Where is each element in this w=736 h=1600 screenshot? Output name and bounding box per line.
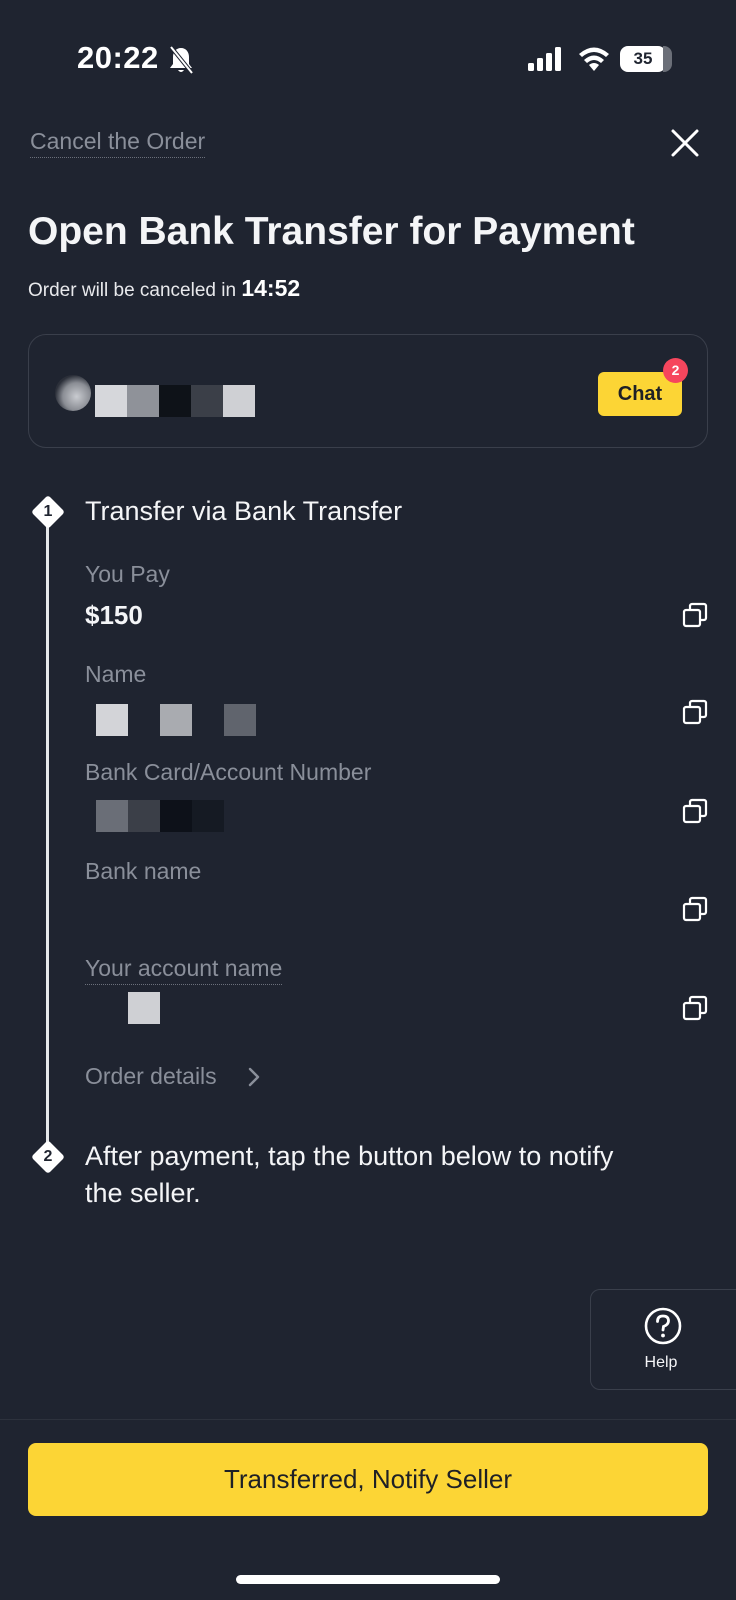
- footer-divider: [0, 1419, 736, 1420]
- redaction-block: [160, 800, 192, 832]
- help-label: Help: [644, 1354, 678, 1371]
- cancel-order-link[interactable]: Cancel the Order: [30, 128, 206, 158]
- seller-card: Chat 2: [28, 334, 708, 448]
- battery-level: 35: [633, 49, 653, 68]
- close-icon[interactable]: [668, 126, 702, 160]
- redaction-block: [160, 704, 192, 736]
- name-label: Name: [85, 661, 147, 687]
- status-time: 20:22: [77, 40, 159, 75]
- help-button[interactable]: Help: [590, 1289, 736, 1390]
- step-2-title-line-1: After payment, tap the button below to n…: [85, 1141, 614, 1171]
- your-account-name-redacted: [128, 992, 160, 1024]
- redaction-block: [191, 385, 223, 417]
- you-pay-label: You Pay: [85, 561, 170, 587]
- redaction-block: [192, 800, 224, 832]
- account-number-label: Bank Card/Account Number: [85, 759, 372, 785]
- account-number-redacted: [96, 800, 128, 832]
- countdown-text: Order will be canceled in 14:52: [28, 275, 300, 302]
- seller-name-redacted: [95, 385, 127, 417]
- copy-icon[interactable]: [682, 896, 708, 922]
- step-2-title-line-2: the seller.: [85, 1178, 201, 1208]
- help-icon: [644, 1307, 682, 1345]
- chat-unread-badge: 2: [663, 358, 688, 383]
- step-2-marker: 2: [31, 1140, 65, 1174]
- redaction-block: [224, 704, 256, 736]
- page-title: Open Bank Transfer for Payment: [28, 210, 635, 253]
- chevron-right-icon: [248, 1067, 260, 1087]
- status-bar: 20:22 35: [0, 0, 736, 110]
- you-pay-amount: $150: [85, 600, 143, 630]
- copy-icon[interactable]: [682, 798, 708, 824]
- countdown-time: 14:52: [241, 275, 301, 301]
- timeline-line: [46, 512, 49, 1146]
- name-value-redacted: [96, 704, 128, 736]
- order-details-link[interactable]: Order details: [85, 1063, 217, 1090]
- copy-icon[interactable]: [682, 602, 708, 628]
- home-indicator: [236, 1575, 500, 1584]
- step-1-number: 1: [43, 503, 53, 520]
- wifi-icon: [579, 47, 609, 71]
- countdown-prefix: Order will be canceled in: [28, 280, 242, 301]
- copy-icon[interactable]: [682, 995, 708, 1021]
- redaction-block: [223, 385, 255, 417]
- redaction-block: [128, 800, 160, 832]
- signal-icon: [528, 47, 561, 71]
- seller-avatar: [55, 375, 91, 411]
- notify-seller-button[interactable]: Transferred, Notify Seller: [28, 1443, 708, 1516]
- copy-icon[interactable]: [682, 699, 708, 725]
- bank-name-label: Bank name: [85, 858, 202, 884]
- your-account-name-label[interactable]: Your account name: [85, 955, 283, 985]
- bell-off-icon: [169, 45, 194, 75]
- redaction-block: [159, 385, 191, 417]
- step-1-title: Transfer via Bank Transfer: [85, 496, 403, 526]
- battery-icon: 35: [620, 46, 672, 72]
- step-1-marker: 1: [31, 495, 65, 529]
- step-2-number: 2: [43, 1148, 53, 1165]
- redaction-block: [127, 385, 159, 417]
